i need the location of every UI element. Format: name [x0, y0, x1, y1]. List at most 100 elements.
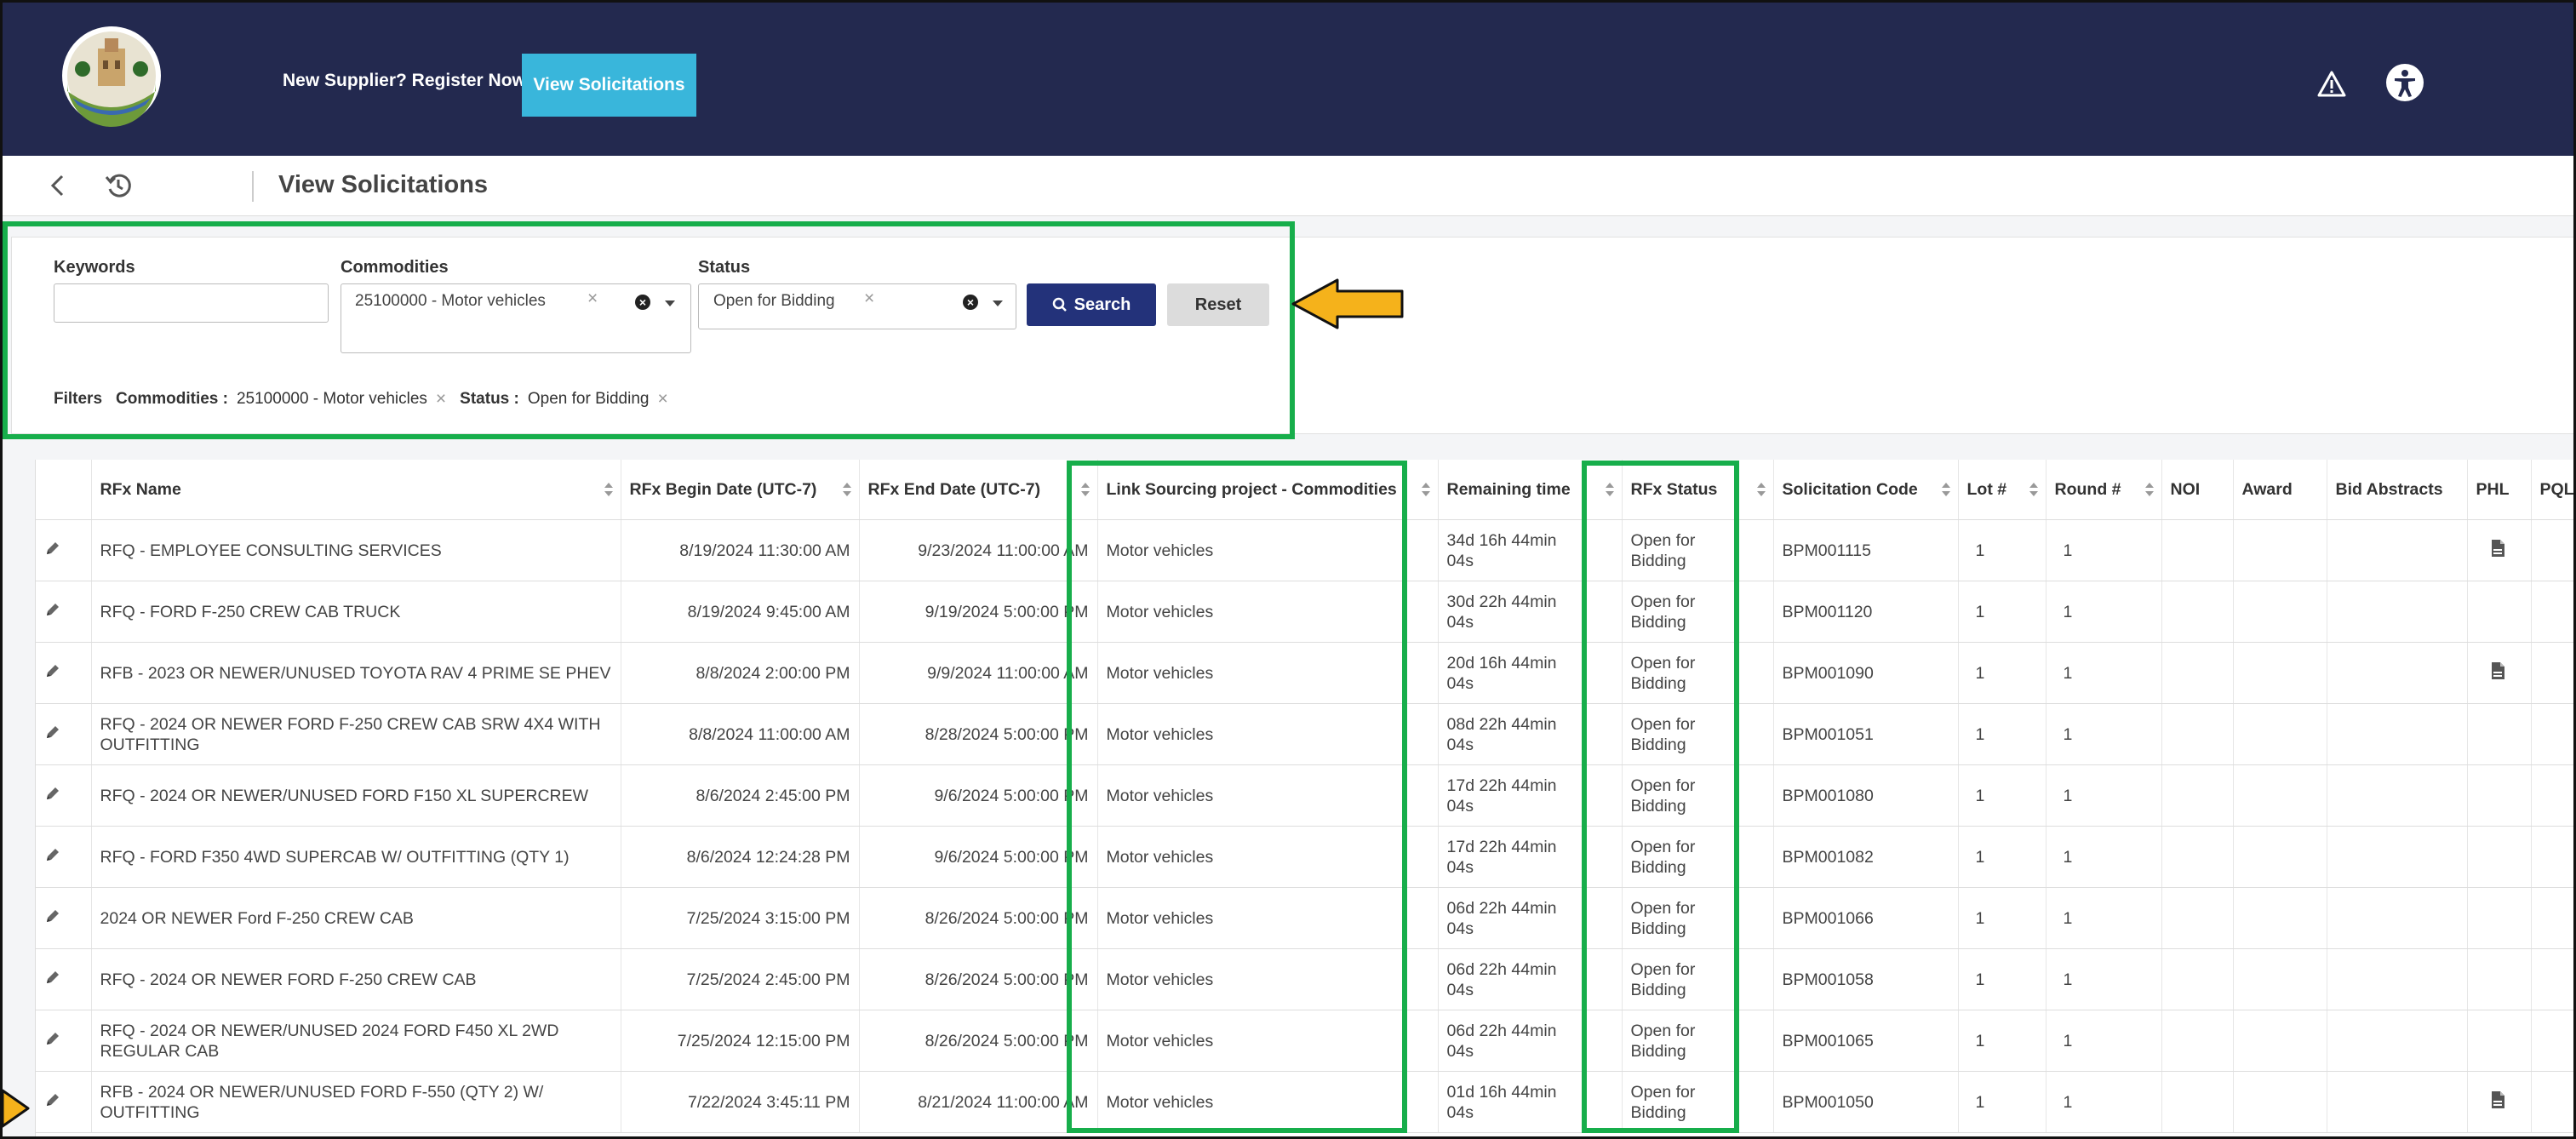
- lot-cell: 1: [1958, 519, 2046, 581]
- begin-date-cell: 8/8/2024 2:00:00 PM: [621, 642, 860, 704]
- rfx-name-cell[interactable]: RFQ - EMPLOYEE CONSULTING SERVICES: [91, 519, 621, 581]
- bid-abstracts-cell: [2327, 1071, 2468, 1133]
- pql-cell: [2531, 948, 2573, 1010]
- end-date-cell: 9/9/2024 11:00:00 AM: [859, 642, 1098, 704]
- end-date-cell: 9/23/2024 11:00:00 AM: [859, 519, 1098, 581]
- column-header[interactable]: RFx End Date (UTC-7): [859, 460, 1098, 520]
- edit-icon[interactable]: [44, 907, 61, 924]
- award-cell: [2233, 948, 2327, 1010]
- edit-icon[interactable]: [44, 785, 61, 802]
- award-cell: [2233, 703, 2327, 765]
- edit-cell[interactable]: [36, 703, 92, 765]
- noi-cell: [2161, 581, 2234, 643]
- rfx-name-cell[interactable]: 2024 OR NEWER Ford F-250 CREW CAB: [91, 887, 621, 949]
- warning-icon[interactable]: [2316, 69, 2347, 100]
- edit-cell[interactable]: [36, 1071, 92, 1133]
- column-header: Award: [2233, 460, 2327, 520]
- phl-cell: [2467, 887, 2532, 949]
- edit-icon[interactable]: [44, 1091, 61, 1108]
- sort-icon[interactable]: [2029, 482, 2039, 497]
- pql-cell: [2531, 519, 2573, 581]
- begin-date-cell: 7/25/2024 3:15:00 PM: [621, 887, 860, 949]
- edit-cell[interactable]: [36, 642, 92, 704]
- end-date-cell: 8/28/2024 5:00:00 PM: [859, 703, 1098, 765]
- edit-icon[interactable]: [44, 601, 61, 618]
- sort-icon[interactable]: [2144, 482, 2155, 497]
- column-header[interactable]: RFx Name: [91, 460, 621, 520]
- lot-cell: 1: [1958, 948, 2046, 1010]
- sort-icon[interactable]: [604, 482, 614, 497]
- phl-cell[interactable]: [2467, 1071, 2532, 1133]
- solicitation-code-cell: BPM001051: [1773, 703, 1959, 765]
- column-header: PQL: [2531, 460, 2573, 520]
- edit-column-header: [36, 460, 92, 520]
- county-logo[interactable]: [52, 23, 171, 129]
- rfx-name-cell[interactable]: RFQ - 2024 OR NEWER/UNUSED FORD F150 XL …: [91, 764, 621, 827]
- pql-cell: [2531, 1071, 2573, 1133]
- lot-cell: 1: [1958, 703, 2046, 765]
- solicitation-code-cell: BPM001120: [1773, 581, 1959, 643]
- edit-cell[interactable]: [36, 948, 92, 1010]
- noi-cell: [2161, 1010, 2234, 1072]
- phl-cell: [2467, 764, 2532, 827]
- pdf-icon[interactable]: [2490, 1090, 2505, 1109]
- edit-icon[interactable]: [44, 846, 61, 863]
- column-header[interactable]: Lot #: [1958, 460, 2046, 520]
- edit-cell[interactable]: [36, 519, 92, 581]
- rfx-name-cell[interactable]: RFQ - FORD F350 4WD SUPERCAB W/ OUTFITTI…: [91, 826, 621, 888]
- back-icon[interactable]: [45, 171, 71, 200]
- bid-abstracts-cell: [2327, 764, 2468, 827]
- column-header: NOI: [2161, 460, 2234, 520]
- sort-icon[interactable]: [1421, 482, 1431, 497]
- column-header[interactable]: Round #: [2046, 460, 2162, 520]
- sort-icon[interactable]: [1941, 482, 1951, 497]
- sort-icon[interactable]: [842, 482, 852, 497]
- phl-cell: [2467, 948, 2532, 1010]
- edit-cell[interactable]: [36, 1010, 92, 1072]
- pdf-icon[interactable]: [2490, 539, 2505, 558]
- edit-cell[interactable]: [36, 826, 92, 888]
- bid-abstracts-cell: [2327, 519, 2468, 581]
- solicitation-code-cell: BPM001090: [1773, 642, 1959, 704]
- lot-cell: 1: [1958, 1071, 2046, 1133]
- column-header[interactable]: RFx Begin Date (UTC-7): [621, 460, 860, 520]
- register-link[interactable]: New Supplier? Register Now: [283, 71, 526, 91]
- noi-cell: [2161, 519, 2234, 581]
- begin-date-cell: 8/19/2024 11:30:00 AM: [621, 519, 860, 581]
- award-cell: [2233, 519, 2327, 581]
- edit-icon[interactable]: [44, 724, 61, 741]
- noi-cell: [2161, 764, 2234, 827]
- accessibility-icon[interactable]: [2384, 62, 2425, 103]
- award-cell: [2233, 642, 2327, 704]
- noi-cell: [2161, 826, 2234, 888]
- sort-icon[interactable]: [1756, 482, 1766, 497]
- rfx-name-cell[interactable]: RFQ - 2024 OR NEWER FORD F-250 CREW CAB …: [91, 703, 621, 765]
- rfx-name-cell[interactable]: RFQ - FORD F-250 CREW CAB TRUCK: [91, 581, 621, 643]
- rfx-name-cell[interactable]: RFB - 2024 OR NEWER/UNUSED FORD F-550 (Q…: [91, 1071, 621, 1133]
- bid-abstracts-cell: [2327, 642, 2468, 704]
- page-title: View Solicitations: [278, 171, 489, 198]
- round-cell: 1: [2046, 887, 2162, 949]
- rfx-name-cell[interactable]: RFQ - 2024 OR NEWER FORD F-250 CREW CAB: [91, 948, 621, 1010]
- award-cell: [2233, 581, 2327, 643]
- bid-abstracts-cell: [2327, 581, 2468, 643]
- begin-date-cell: 8/6/2024 12:24:28 PM: [621, 826, 860, 888]
- end-date-cell: 9/6/2024 5:00:00 PM: [859, 764, 1098, 827]
- rfx-name-cell[interactable]: RFQ - 2024 OR NEWER/UNUSED 2024 FORD F45…: [91, 1010, 621, 1072]
- rfx-name-cell[interactable]: RFB - 2023 OR NEWER/UNUSED TOYOTA RAV 4 …: [91, 642, 621, 704]
- pdf-icon[interactable]: [2490, 661, 2505, 680]
- phl-cell[interactable]: [2467, 642, 2532, 704]
- column-header[interactable]: Solicitation Code: [1773, 460, 1959, 520]
- edit-cell[interactable]: [36, 887, 92, 949]
- edit-cell[interactable]: [36, 581, 92, 643]
- edit-icon[interactable]: [44, 662, 61, 679]
- edit-cell[interactable]: [36, 764, 92, 827]
- noi-cell: [2161, 948, 2234, 1010]
- edit-icon[interactable]: [44, 1030, 61, 1047]
- edit-icon[interactable]: [44, 969, 61, 986]
- history-icon[interactable]: [103, 170, 134, 201]
- edit-icon[interactable]: [44, 540, 61, 557]
- view-solicitations-button[interactable]: View Solicitations: [522, 54, 696, 117]
- column-header: PHL: [2467, 460, 2532, 520]
- phl-cell[interactable]: [2467, 519, 2532, 581]
